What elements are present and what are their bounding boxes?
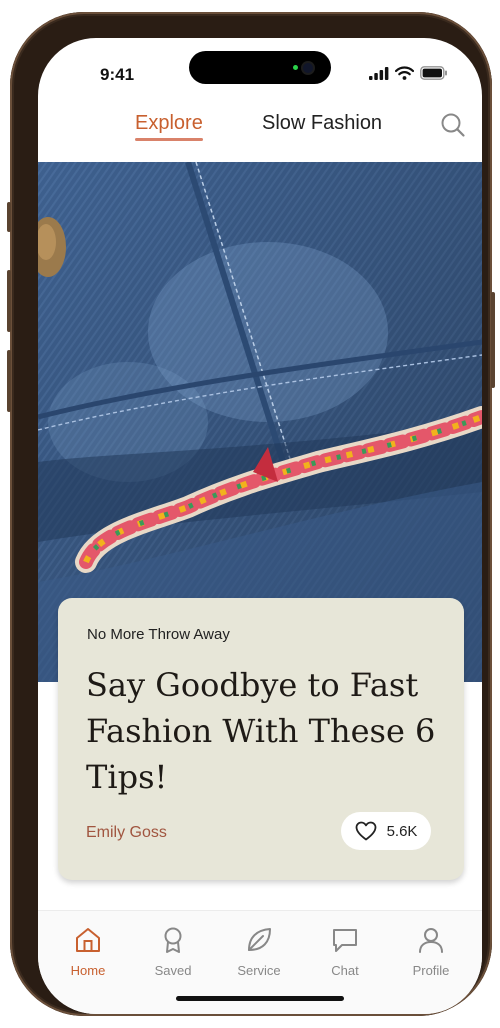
nav-item-home[interactable]: Home — [53, 925, 123, 978]
status-time: 9:41 — [100, 65, 135, 84]
leaf-icon — [248, 928, 271, 951]
tab-explore-label: Explore — [135, 112, 203, 134]
chat-icon — [333, 929, 357, 952]
nav-label-profile: Profile — [412, 963, 450, 978]
tab-slow-fashion[interactable]: Slow Fashion — [262, 112, 382, 135]
action-button — [7, 202, 11, 232]
nav-label-service: Service — [237, 963, 281, 978]
tab-slow-fashion-label: Slow Fashion — [262, 112, 383, 134]
ribbon-icon — [164, 927, 182, 953]
phone-frame: 9:41 Explore Slow Fashion No More Throw … — [7, 12, 495, 1016]
volume-up-button — [7, 270, 11, 332]
search-icon[interactable] — [440, 112, 466, 138]
like-count: 5.6K — [386, 822, 418, 840]
tab-explore[interactable]: Explore — [135, 112, 203, 141]
article-author[interactable]: Emily Goss — [86, 824, 167, 842]
top-navigation: Explore Slow Fashion — [38, 108, 482, 164]
camera-lens — [303, 63, 313, 73]
active-tab-indicator — [135, 138, 203, 141]
article-title: Say Goodbye to Fast Fashion With These 6… — [86, 666, 436, 796]
battery-icon — [420, 66, 447, 80]
nav-label-home: Home — [70, 963, 106, 978]
camera-indicator-dot — [293, 65, 298, 70]
heart-icon — [355, 821, 376, 841]
signal-icon — [369, 66, 389, 80]
nav-item-chat[interactable]: Chat — [310, 925, 380, 978]
nav-label-saved: Saved — [154, 963, 192, 978]
person-icon — [419, 928, 443, 953]
dynamic-island — [189, 51, 331, 84]
screen: 9:41 Explore Slow Fashion No More Throw … — [38, 38, 482, 1014]
home-icon — [76, 928, 100, 952]
system-icons — [369, 66, 448, 80]
wifi-icon — [395, 66, 414, 80]
home-indicator[interactable] — [176, 996, 344, 1001]
status-bar: 9:41 — [38, 38, 482, 108]
article-card[interactable]: No More Throw Away Say Goodbye to Fast F… — [58, 598, 464, 880]
like-button[interactable]: 5.6K — [341, 812, 431, 850]
nav-item-service[interactable]: Service — [224, 925, 294, 978]
nav-item-saved[interactable]: Saved — [138, 925, 208, 978]
power-button — [491, 292, 495, 388]
volume-down-button — [7, 350, 11, 412]
article-kicker: No More Throw Away — [87, 626, 230, 643]
nav-item-profile[interactable]: Profile — [396, 925, 466, 978]
nav-label-chat: Chat — [331, 963, 359, 978]
